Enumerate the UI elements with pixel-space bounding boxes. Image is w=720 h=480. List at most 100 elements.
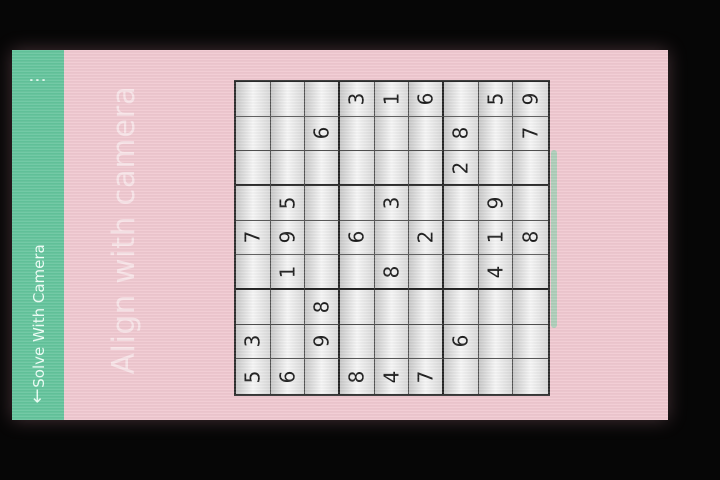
sudoku-digit: 8 <box>309 300 334 314</box>
sudoku-cell <box>513 359 548 394</box>
sudoku-digit: 4 <box>483 265 508 279</box>
sudoku-cell <box>305 359 340 394</box>
sudoku-cell: 7 <box>409 359 444 394</box>
sudoku-cell <box>236 151 271 186</box>
sudoku-cell: 3 <box>374 186 410 221</box>
sudoku-cell: 7 <box>236 220 271 256</box>
sudoku-digit: 8 <box>379 265 404 279</box>
sudoku-cell <box>513 255 548 290</box>
sudoku-digit: 7 <box>518 127 543 140</box>
sudoku-cell: 8 <box>374 255 410 290</box>
sudoku-digit: 6 <box>344 231 369 244</box>
sudoku-digit: 1 <box>379 92 404 106</box>
sudoku-cell <box>374 116 410 152</box>
sudoku-cell: 1 <box>374 82 410 117</box>
sudoku-cell: 3 <box>340 82 375 117</box>
sudoku-cell: 8 <box>513 220 548 256</box>
sudoku-digit: 7 <box>240 231 265 244</box>
sudoku-digit: 1 <box>275 265 300 279</box>
sudoku-board: 316596872539796218184839656847 <box>234 80 550 396</box>
sudoku-cell <box>409 151 444 186</box>
sudoku-cell <box>409 186 444 221</box>
sudoku-cell: 2 <box>409 220 444 256</box>
sudoku-cell <box>444 255 479 290</box>
sudoku-cell: 2 <box>444 151 479 186</box>
sudoku-cell: 8 <box>340 359 375 394</box>
sudoku-cell <box>444 220 479 256</box>
sudoku-cell: 9 <box>270 220 306 256</box>
sudoku-cell: 9 <box>513 82 548 117</box>
sudoku-cell: 4 <box>374 359 410 394</box>
sudoku-cell <box>236 186 271 221</box>
sudoku-cell <box>305 82 340 117</box>
sudoku-cell <box>374 151 410 186</box>
sudoku-cell: 5 <box>478 82 514 117</box>
sudoku-cell: 6 <box>409 82 444 117</box>
sudoku-cell <box>409 290 444 325</box>
sudoku-cell <box>340 116 375 152</box>
app-title: Solve With Camera <box>30 244 48 388</box>
sudoku-cell <box>340 151 375 186</box>
sudoku-cell <box>270 82 306 117</box>
sudoku-cell <box>409 116 444 152</box>
sudoku-cell: 5 <box>270 186 306 221</box>
sudoku-cell: 6 <box>340 220 375 256</box>
sudoku-digit: 9 <box>309 335 334 348</box>
sudoku-cell <box>513 290 548 325</box>
sudoku-digit: 4 <box>379 370 404 384</box>
sudoku-digit: 3 <box>240 335 265 348</box>
sudoku-cell <box>305 151 340 186</box>
sudoku-digit: 6 <box>413 92 438 106</box>
sudoku-digit: 6 <box>309 127 334 140</box>
sudoku-cell <box>270 324 306 360</box>
sudoku-digit: 5 <box>275 196 300 210</box>
sudoku-cell <box>305 186 340 221</box>
sudoku-cell: 9 <box>478 186 514 221</box>
sudoku-cell <box>409 255 444 290</box>
sudoku-digit: 5 <box>240 370 265 384</box>
sudoku-cell <box>444 359 479 394</box>
sudoku-cell: 7 <box>513 116 548 152</box>
overflow-menu-icon[interactable]: ⋮ <box>27 70 48 90</box>
sudoku-cell <box>444 82 479 117</box>
sudoku-cell: 6 <box>444 324 479 360</box>
sudoku-cell <box>340 186 375 221</box>
sudoku-cell <box>340 290 375 325</box>
camera-scan-frame <box>551 150 557 328</box>
sudoku-digit: 3 <box>344 92 369 106</box>
sudoku-cell <box>236 255 271 290</box>
phone-screen: ← Solve With Camera ⋮ Align with camera … <box>12 50 668 420</box>
sudoku-cell: 5 <box>236 359 271 394</box>
sudoku-cell <box>236 116 271 152</box>
sudoku-cell: 6 <box>270 359 306 394</box>
sudoku-digit: 9 <box>483 196 508 210</box>
sudoku-digit: 8 <box>448 127 473 140</box>
sudoku-cell <box>444 290 479 325</box>
sudoku-cell: 9 <box>305 324 340 360</box>
sudoku-cell <box>478 324 514 360</box>
sudoku-cell: 6 <box>305 116 340 152</box>
sudoku-cell <box>478 116 514 152</box>
sudoku-cell <box>305 255 340 290</box>
sudoku-cell <box>340 324 375 360</box>
sudoku-digit: 5 <box>483 92 508 106</box>
sudoku-digit: 1 <box>483 231 508 244</box>
sudoku-cell <box>409 324 444 360</box>
sudoku-digit: 9 <box>518 92 543 106</box>
sudoku-digit: 8 <box>344 370 369 384</box>
sudoku-cell: 8 <box>444 116 479 152</box>
sudoku-digit: 2 <box>448 161 473 175</box>
sudoku-cell <box>236 82 271 117</box>
sudoku-cell <box>374 290 410 325</box>
sudoku-cell <box>270 116 306 152</box>
sudoku-cell <box>270 151 306 186</box>
sudoku-cell: 4 <box>478 255 514 290</box>
sudoku-cell <box>374 324 410 360</box>
instruction-text: Align with camera <box>106 85 142 375</box>
sudoku-cell: 1 <box>270 255 306 290</box>
sudoku-cell <box>374 220 410 256</box>
sudoku-cell <box>444 186 479 221</box>
sudoku-digit: 6 <box>275 370 300 384</box>
sudoku-cell: 8 <box>305 290 340 325</box>
sudoku-cell <box>513 186 548 221</box>
